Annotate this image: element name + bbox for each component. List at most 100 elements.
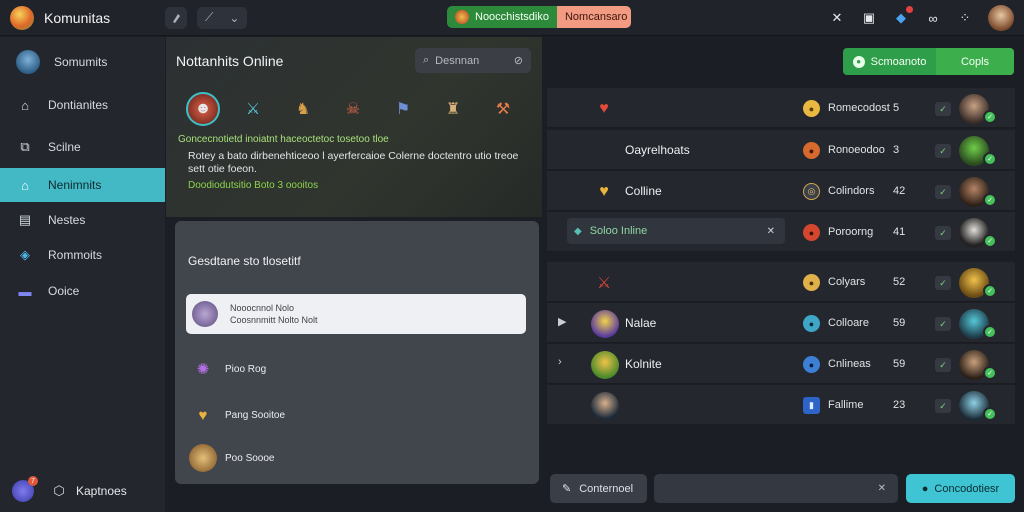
sidebar-item-ooice[interactable]: ▬ Ooice [0,274,165,308]
online-icon: ✓ [983,407,997,421]
chat-icon[interactable]: ▣ [860,9,878,27]
search-input[interactable]: ⌕ Desnnan ⊘ [415,48,531,73]
list-item[interactable]: › Kolnite ● Cnlineas 59 ✓ ✓ [547,344,1015,384]
character-icon[interactable]: ☠ [336,92,370,126]
selected-item[interactable]: ◆ Soloo Inline ✕ [567,218,785,244]
character-icon[interactable]: ♞ [286,92,320,126]
sidebar-item-dontianites[interactable]: ⌂ Dontianites [0,88,165,122]
brand[interactable]: Komunitas [0,5,165,30]
list-item-count: 3 [893,144,900,156]
online-icon: ✓ [983,193,997,207]
sidebar-bottom[interactable]: 7 ⬡ Kaptnoes [12,476,127,502]
list-item[interactable]: ♥ ● Romecodost 5 ✓ ✓ [547,88,1015,128]
sidebar-item-label: Somumits [54,55,108,69]
hero-tag[interactable]: Doodiodutsitio Boto 3 oooitos [188,180,318,191]
server-icon: ● [803,315,820,332]
home-icon: ⌂ [21,97,29,113]
close-icon[interactable]: ✕ [878,483,886,494]
app-window: Komunitas ⟋ ⌄ Noocchistsdiko Nomcansaro … [0,0,1024,512]
right-actions: ● Scmoanoto Copls [843,48,1014,75]
check-icon[interactable]: ✓ [935,185,951,199]
attach-button[interactable]: ✎ Conternoel [550,474,647,503]
close-icon[interactable]: ✕ [767,226,775,237]
sidebar-item-nenimnits[interactable]: ⌂ Nenimnits [0,168,165,202]
list-item-count: 59 [893,358,906,370]
nav-group[interactable]: ⟋ ⌄ [197,6,248,29]
member-input[interactable]: Nooocnnol Nolo Coosnnmitt Nolto Nolt [186,294,526,334]
character-icon[interactable]: ⚔ [236,92,270,126]
list-item-count: 5 [893,102,900,114]
swords-icon: ⚔ [596,275,612,292]
tools-icon[interactable]: ✕ [828,9,846,27]
secondary-button[interactable]: Copls [936,48,1014,75]
diamond-icon: ◈ [20,247,30,262]
check-icon[interactable]: ✓ [935,399,951,413]
clear-search-icon[interactable]: ⊘ [514,54,523,67]
list-item[interactable]: ▮ Fallime 23 ✓ ✓ [547,385,1015,425]
server-icon: ● [803,100,820,117]
list-item-sub: Colyars [828,276,866,288]
card-row[interactable]: ✺ Pioo Rog [189,355,266,383]
settings-icon[interactable]: ⬡ [50,482,68,500]
list-item-name: Kolnite [625,357,662,371]
profile-avatar[interactable]: 7 [12,476,38,502]
sidebar-item-scilne[interactable]: ⧉ Scilne [0,130,165,164]
sidebar-item-label: Rommoits [48,248,103,262]
online-icon: ✓ [983,110,997,124]
card-row[interactable]: ♥ Pang Sooitoe [189,401,286,429]
status-pill-right[interactable]: Nomcansaro [556,6,631,28]
check-icon[interactable]: ✓ [935,358,951,372]
character-icon[interactable]: ⚑ [386,92,420,126]
status-pill[interactable]: Noocchistsdiko Nomcansaro [447,6,631,28]
check-icon[interactable]: ✓ [935,102,951,116]
list-item-name: Nalae [625,316,657,330]
character-avatar[interactable]: ☻ [186,92,220,126]
list-item[interactable]: ⚔ ● Colyars 52 ✓ ✓ [547,262,1015,302]
search-icon: ⌕ [423,54,430,66]
check-icon[interactable]: ✓ [935,226,951,240]
profile-badge: 7 [28,476,38,486]
card-title: Gesdtane sto tlosetitf [188,254,301,268]
list-item-sub: Romecodost [828,102,890,114]
sidebar-item-nestes[interactable]: ▤ Nestes [0,203,165,237]
user-avatar[interactable] [988,5,1014,31]
tools-icon[interactable] [165,6,187,29]
card-row-label: Poo Soooe [225,452,275,464]
avatar [16,50,40,74]
plus-icon: ● [852,55,865,68]
check-icon[interactable]: ✓ [935,144,951,158]
character-icon[interactable]: ♜ [436,92,470,126]
online-icon: ✓ [983,366,997,380]
character-icon[interactable]: ⚒ [486,92,520,126]
list-item-name: Soloo Inline [589,225,648,237]
sidebar-item-rommoits[interactable]: ◈ Rommoits [0,238,165,272]
list-item-selected[interactable]: ◆ Soloo Inline ✕ ● Poroorng 41 ✓ ✓ [547,212,1015,252]
check-icon[interactable]: ✓ [935,276,951,290]
card-row[interactable]: Poo Soooe [189,444,275,472]
sidebar-item-somumits[interactable]: Somumits [0,45,165,79]
send-button[interactable]: ● Concodotiesr [906,474,1015,503]
server-icon: ▮ [803,397,820,414]
list-item[interactable]: ♥ Colline ◎ Colindors 42 ✓ ✓ [547,171,1015,211]
status-pill-left[interactable]: Noocchistsdiko [447,6,557,28]
send-button-label: Concodotiesr [934,482,1000,495]
member-line1: Nooocnnol Nolo [230,303,295,313]
check-icon[interactable]: ✓ [935,317,951,331]
page-title: Nottanhits Online [176,53,284,69]
hero-description: Rotey a bato dirbenehticeoo l ayerfercai… [188,150,519,175]
list-item-sub: Fallime [828,399,864,411]
chevron-right-icon[interactable]: › [558,356,562,368]
link-icon[interactable]: ∞ [924,9,942,27]
primary-button[interactable]: ● Scmoanoto [843,48,936,75]
sidebar-item-label: Scilne [48,140,81,154]
grid-icon[interactable]: ⁘ [956,9,974,27]
chevron-down-icon[interactable]: ⌄ [229,11,239,25]
top-bar: Komunitas ⟋ ⌄ Noocchistsdiko Nomcansaro … [0,0,1024,36]
chevron-right-icon[interactable]: ▶ [558,315,566,328]
back-arrow-icon[interactable]: ⟋ [205,10,213,25]
list-item[interactable]: ▶ Nalae ● Colloare 59 ✓ ✓ [547,303,1015,343]
list-item-count: 52 [893,276,906,288]
list-item[interactable]: Oayrelhoats ● Ronoeodoo 3 ✓ ✓ [547,130,1015,170]
message-input[interactable]: ✕ [654,474,898,503]
notification-icon[interactable]: ◆ [892,6,913,27]
